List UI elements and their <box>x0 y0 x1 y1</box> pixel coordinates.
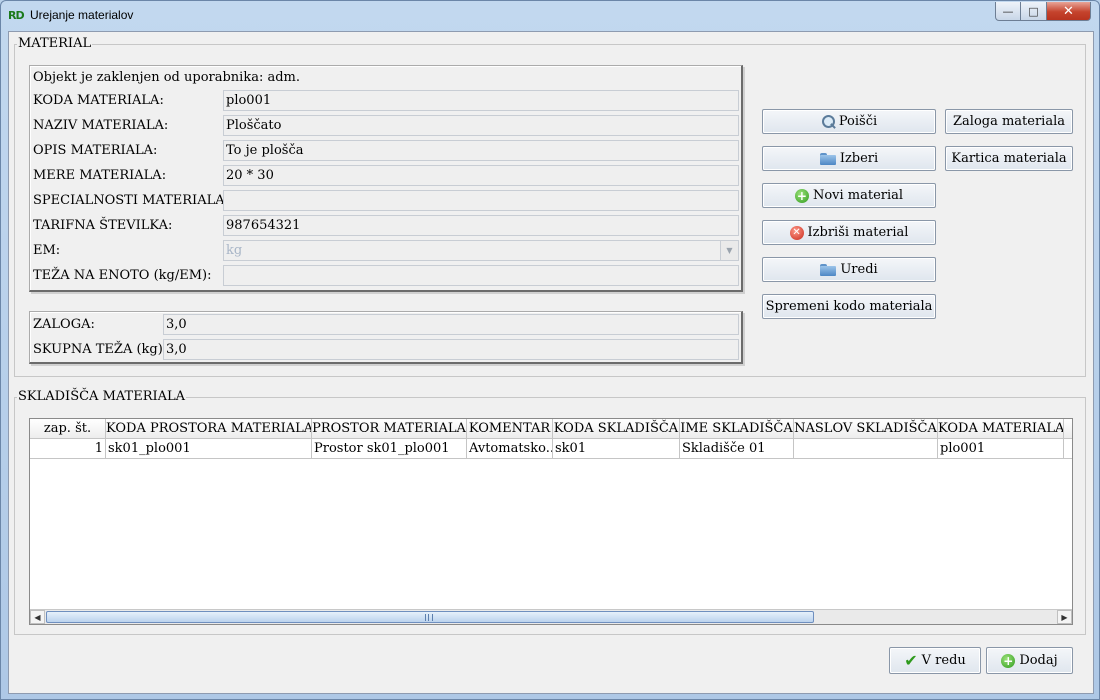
delete-material-label: Izbriši material <box>807 225 909 240</box>
title-bar[interactable]: RD Urejanje materialov — □ ✕ <box>1 1 1099 31</box>
zaloga-label: ZALOGA: <box>33 317 95 332</box>
zaloga-field[interactable]: 3,0 <box>163 314 739 335</box>
table-cell[interactable] <box>794 439 938 459</box>
maximize-icon: □ <box>1028 4 1039 18</box>
maximize-button[interactable]: □ <box>1021 2 1047 21</box>
select-button[interactable]: Izberi <box>762 146 936 171</box>
select-button-label: Izberi <box>839 151 879 166</box>
specialnosti-label: SPECIALNOSTI MATERIALA: <box>33 193 229 208</box>
close-icon: ✕ <box>1063 3 1074 19</box>
search-button-label: Poišči <box>838 114 878 129</box>
change-code-label: Spremeni kodo materiala <box>765 299 933 314</box>
folder-icon <box>820 263 837 276</box>
material-group-title: MATERIAL <box>17 36 93 52</box>
column-header[interactable]: IME SKLADIŠČA <box>680 419 794 439</box>
column-header[interactable]: zap. št. <box>30 419 106 439</box>
tarifna-label: TARIFNA ŠTEVILKA: <box>33 218 173 233</box>
chevron-down-icon[interactable]: ▼ <box>720 241 738 260</box>
em-combobox[interactable]: kg ▼ <box>223 240 739 261</box>
tarifna-field[interactable]: 987654321 <box>223 215 739 236</box>
teza-label: TEŽA NA ENOTO (kg/EM): <box>33 268 212 283</box>
delete-material-button[interactable]: ✕ Izbriši material <box>762 220 936 245</box>
table-cell[interactable] <box>1064 439 1072 459</box>
scroll-left-icon[interactable]: ◀ <box>30 610 45 624</box>
specialnosti-field[interactable] <box>223 190 739 211</box>
table-cell[interactable]: Avtomatsko... <box>467 439 553 459</box>
stock-button[interactable]: Zaloga materiala <box>945 109 1073 134</box>
edit-button[interactable]: Uredi <box>762 257 936 282</box>
new-material-button[interactable]: + Novi material <box>762 183 936 208</box>
table-cell[interactable]: sk01_plo001 <box>106 439 312 459</box>
column-header[interactable]: KODA MATERIALA <box>938 419 1064 439</box>
scroll-right-icon[interactable]: ▶ <box>1057 610 1072 624</box>
main-window: RD Urejanje materialov — □ ✕ MATERIAL Ob… <box>0 0 1100 700</box>
scrollbar-thumb[interactable] <box>46 611 814 623</box>
folder-open-icon <box>819 152 836 165</box>
column-header[interactable]: KODA PROSTORA MATERIALA <box>106 419 312 439</box>
opis-field[interactable]: To je plošča <box>223 140 739 161</box>
new-material-label: Novi material <box>812 188 904 203</box>
mere-field[interactable]: 20 * 30 <box>223 165 739 186</box>
add-button[interactable]: + Dodaj <box>986 647 1073 674</box>
material-card-button[interactable]: Kartica materiala <box>945 146 1073 171</box>
naziv-label: NAZIV MATERIALA: <box>33 118 169 133</box>
grip-icon <box>425 614 433 621</box>
skupna-teza-field[interactable]: 3,0 <box>163 339 739 360</box>
column-header[interactable]: PROSTOR MATERIALA <box>312 419 467 439</box>
mere-label: MERE MATERIALA: <box>33 168 167 183</box>
minimize-button[interactable]: — <box>995 2 1021 21</box>
window-title: Urejanje materialov <box>30 8 134 22</box>
naziv-field[interactable]: Ploščato <box>223 115 739 136</box>
warehouses-table[interactable]: zap. št. KODA PROSTORA MATERIALA PROSTOR… <box>29 418 1073 625</box>
add-button-label: Dodaj <box>1019 653 1058 668</box>
horizontal-scrollbar[interactable]: ◀ ▶ <box>30 609 1072 624</box>
ok-button[interactable]: ✔ V redu <box>889 647 981 674</box>
skupna-teza-label: SKUPNA TEŽA (kg): <box>33 342 168 357</box>
table-cell[interactable]: Prostor sk01_plo001 <box>312 439 467 459</box>
column-header[interactable]: KODA SKLADIŠČA <box>553 419 680 439</box>
teza-field[interactable] <box>223 265 739 286</box>
minimize-icon: — <box>1002 4 1014 18</box>
stock-button-label: Zaloga materiala <box>953 114 1065 129</box>
lock-notice: Objekt je zaklenjen od uporabnika: adm. <box>33 70 301 85</box>
edit-button-label: Uredi <box>840 262 878 277</box>
search-button[interactable]: Poišči <box>762 109 936 134</box>
delete-icon: ✕ <box>789 225 804 240</box>
close-button[interactable]: ✕ <box>1047 2 1091 21</box>
table-cell[interactable]: sk01 <box>553 439 680 459</box>
add-icon: + <box>1001 653 1016 668</box>
column-header[interactable] <box>1064 419 1072 439</box>
em-label: EM: <box>33 243 61 258</box>
table-cell[interactable]: 1 <box>30 439 106 459</box>
check-icon: ✔ <box>904 650 918 670</box>
table-header: zap. št. KODA PROSTORA MATERIALA PROSTOR… <box>30 419 1072 439</box>
material-card-label: Kartica materiala <box>951 151 1067 166</box>
warehouses-group-title: SKLADIŠČA MATERIALA <box>17 389 187 405</box>
column-header[interactable]: NASLOV SKLADIŠČA <box>794 419 938 439</box>
app-logo-icon: RD <box>8 9 25 22</box>
client-area: MATERIAL Objekt je zaklenjen od uporabni… <box>8 31 1094 694</box>
em-selected-value: kg <box>226 243 243 258</box>
change-code-button[interactable]: Spremeni kodo materiala <box>762 294 936 319</box>
ok-button-label: V redu <box>921 653 966 668</box>
opis-label: OPIS MATERIALA: <box>33 143 158 158</box>
window-controls: — □ ✕ <box>995 2 1091 21</box>
table-row[interactable]: 1 sk01_plo001 Prostor sk01_plo001 Avtoma… <box>30 439 1072 459</box>
search-icon <box>821 114 835 129</box>
table-cell[interactable]: Skladišče 01 <box>680 439 794 459</box>
koda-field[interactable]: plo001 <box>223 90 739 111</box>
add-icon: + <box>794 188 809 203</box>
table-cell[interactable]: plo001 <box>938 439 1064 459</box>
column-header[interactable]: KOMENTAR <box>467 419 553 439</box>
koda-label: KODA MATERIALA: <box>33 93 164 108</box>
